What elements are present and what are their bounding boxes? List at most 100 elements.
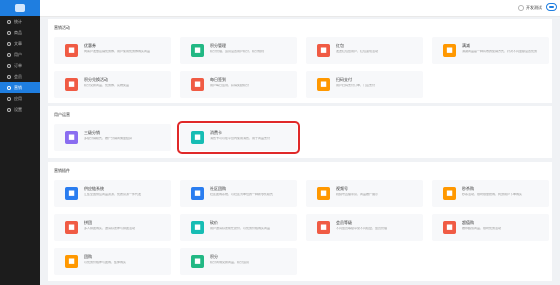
group-buy-card[interactable]: ■ 拼团 多人拼团购买，邀请好友参与拼团活动 (54, 214, 171, 241)
nav-icon (7, 85, 11, 90)
card-description: 用户扫码支付订单，门店支付 (336, 84, 376, 87)
flash-sale-icon: ■ (443, 187, 456, 200)
value-buy-icon: ■ (443, 221, 456, 234)
card-description: 发送红包给用户，红包返现活动 (336, 50, 379, 53)
card-description: 推荐超值商品，限时优惠活动 (462, 227, 502, 230)
supply-chain-card[interactable]: ■ 供应链系统 汇集全国供应商品资源，优质货源一件代发 (54, 180, 171, 207)
points-card[interactable]: ■ 积分管理 积分管理，运营设置用户积分，积分规则 (180, 37, 297, 64)
card-title: 秒杀购 (462, 186, 474, 191)
card-title: 社区团购 (210, 186, 226, 191)
card-description: 满减商品是一种有效的促销方式，针对不同金额设置优惠 (462, 50, 538, 53)
sidebar-item-label: 统计 (14, 18, 22, 24)
glyph-mark: ■ (68, 46, 75, 54)
sidebar-item-2[interactable]: 文章 (0, 38, 40, 49)
section-marketing-plugins: 营销插件 ■ 供应链系统 汇集全国供应商品资源，优质货源一件代发 ■ 社区团购 社区团购系… (48, 162, 552, 285)
full-reduction-icon: ■ (443, 44, 456, 57)
flash-sale-card[interactable]: ■ 秒杀购秒杀活动，限时限量抢购，刺激用户下单购买 (432, 180, 549, 207)
sidebar-item-label: 会员 (14, 73, 22, 79)
card-description: 不同会员等级享受不同权益，会员管理 (336, 227, 388, 230)
card-description: 社区团购系统，以社区为单位的一种新零售模式 (210, 193, 274, 196)
section-title: 营销插件 (54, 168, 70, 173)
video-card[interactable]: ■ 视频号视频号直播带货，商品推广展示 (306, 180, 423, 207)
sidebar-item-4[interactable]: 订单 (0, 60, 40, 71)
glyph-mark: ■ (446, 223, 453, 231)
exchange-card[interactable]: ■ 积分兑换活动 积分兑换商品、优惠券、实物奖品 (54, 71, 171, 98)
sidebar-item-6[interactable]: 营销 (0, 82, 40, 93)
app-logo (0, 0, 40, 16)
scan-pay-card[interactable]: ■ 扫码支付用户扫码支付订单，门店支付 (306, 71, 423, 98)
glyph-mark: ■ (68, 223, 75, 231)
glyph-mark: ■ (68, 257, 75, 265)
settings-toggle[interactable] (546, 3, 557, 11)
sidebar-item-label: 用户 (14, 51, 22, 57)
card-title: 积分兑换活动 (84, 77, 108, 82)
video-icon: ■ (317, 187, 330, 200)
nav-icon (7, 19, 11, 24)
nav-icon (7, 52, 11, 57)
distribution-card[interactable]: ■ 三级分销 多级分销模式，推广分销商佣金结算 (54, 124, 171, 151)
card-description: 积分商城兑换商品，积分运营 (210, 261, 250, 264)
card-description: 用户每日签到，获得奖励积分 (210, 84, 250, 87)
sidebar-item-8[interactable]: 设置 (0, 104, 40, 115)
glyph-mark: ■ (194, 223, 201, 231)
user-label: 开发测试 (526, 5, 542, 10)
card-description: 视频号直播带货，商品推广展示 (336, 193, 379, 196)
coupon-icon: ■ (65, 44, 78, 57)
bottom-spacer (48, 281, 552, 285)
sidebar-item-label: 订单 (14, 62, 22, 68)
nav-icon (7, 74, 11, 79)
user-menu[interactable]: 开发测试 (518, 4, 542, 12)
card-title: 砍价 (210, 220, 218, 225)
card-description: 秒杀活动，限时限量抢购，刺激用户下单购买 (462, 193, 523, 196)
community-icon: ■ (191, 187, 204, 200)
glyph-mark: ■ (68, 80, 75, 88)
user-icon (518, 5, 524, 11)
card-title: 会员等级 (336, 220, 352, 225)
nav-icon (7, 30, 11, 35)
sidebar-item-label: 文章 (14, 40, 22, 46)
section-user-operation: 用户运营 ■ 三级分销 多级分销模式，推广分销商佣金结算 ■ 消费卡 消费卡可以在平台内使… (48, 106, 552, 158)
glyph-mark: ■ (194, 189, 201, 197)
card-title: 超值购 (462, 220, 474, 225)
group-buy-icon: ■ (65, 221, 78, 234)
card-title: 消费卡 (210, 130, 222, 135)
glyph-mark: ■ (320, 223, 327, 231)
card-description: 消费卡可以在平台内使用消费，用于商品支付 (210, 137, 271, 140)
consumption-card-icon: ■ (191, 131, 204, 144)
glyph-mark: ■ (194, 80, 201, 88)
bargain-icon: ■ (191, 221, 204, 234)
value-buy-card[interactable]: ■ 超值购推荐超值商品，限时优惠活动 (432, 214, 549, 241)
card-title: 扫码支付 (336, 77, 352, 82)
sidebar-item-7[interactable]: 应用 (0, 93, 40, 104)
coupon-card[interactable]: ■ 优惠券 向客户发放店铺优惠券，用户使用优惠券购买商品 (54, 37, 171, 64)
member-level-card[interactable]: ■ 会员等级不同会员等级享受不同权益，会员管理 (306, 214, 423, 241)
sidebar-item-label: 商品 (14, 29, 22, 35)
glyph-mark: ■ (68, 189, 75, 197)
section-marketing-activities: 营销活动 ■ 优惠券 向客户发放店铺优惠券，用户使用优惠券购买商品 ■ 积分管理 积分管理… (48, 19, 552, 103)
exchange-icon: ■ (65, 78, 78, 91)
card-title: 视频号 (336, 186, 348, 191)
glyph-mark: ■ (320, 80, 327, 88)
scan-pay-icon: ■ (317, 78, 330, 91)
sidebar-item-0[interactable]: 统计 (0, 16, 40, 27)
sidebar-item-1[interactable]: 商品 (0, 27, 40, 38)
card-description: 多人拼团购买，邀请好友参与拼团活动 (84, 227, 136, 230)
sidebar-item-label: 营销 (14, 84, 22, 90)
sign-in-card[interactable]: ■ 每日签到用户每日签到，获得奖励积分 (180, 71, 297, 98)
sidebar-item-5[interactable]: 会员 (0, 71, 40, 82)
community-card[interactable]: ■ 社区团购社区团购系统，以社区为单位的一种新零售模式 (180, 180, 297, 207)
bargain-card[interactable]: ■ 砍价 用户邀请好友帮忙砍价，以优惠价格购买商品 (180, 214, 297, 241)
score-card[interactable]: ■ 积分 积分商城兑换商品，积分运营 (180, 248, 297, 275)
points-icon: ■ (191, 44, 204, 57)
card-title: 积分管理 (210, 43, 226, 48)
consumption-card-card[interactable]: ■ 消费卡消费卡可以在平台内使用消费，用于商品支付 (177, 121, 300, 154)
red-packet-card[interactable]: ■ 红包 发送红包给用户，红包返现活动 (306, 37, 423, 64)
nav-icon (7, 107, 11, 112)
full-reduction-card[interactable]: ■ 满减 满减商品是一种有效的促销方式，针对不同金额设置优惠 (432, 37, 549, 64)
sidebar-item-3[interactable]: 用户 (0, 49, 40, 60)
section-title: 营销活动 (54, 25, 70, 30)
nav-icon (7, 96, 11, 101)
tuan-card[interactable]: ■ 团购 以优惠价格参与团购，集体购买 (54, 248, 171, 275)
card-title: 每日签到 (210, 77, 226, 82)
glyph-mark: ■ (446, 189, 453, 197)
